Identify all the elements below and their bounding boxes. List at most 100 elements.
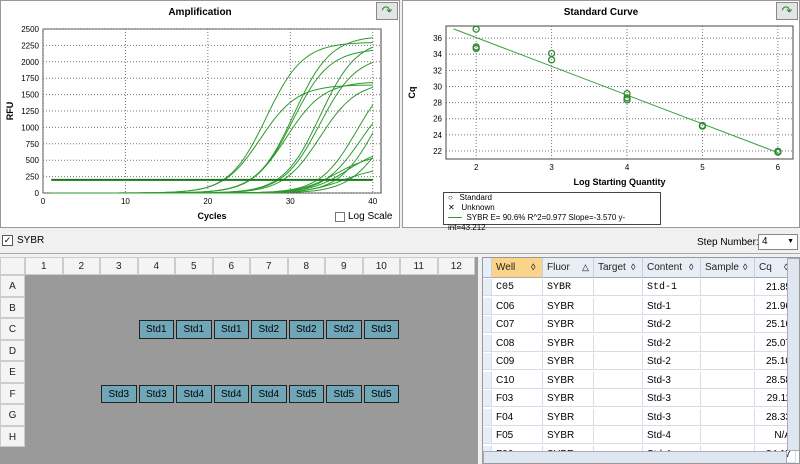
plate-well[interactable]: Std3 xyxy=(363,320,399,339)
row-selector[interactable] xyxy=(483,279,492,296)
table-cell[interactable] xyxy=(701,427,755,444)
table-cell[interactable] xyxy=(701,408,755,426)
plate-corner[interactable] xyxy=(0,257,25,275)
table-cell[interactable]: F04 xyxy=(492,408,543,426)
row-header[interactable]: F xyxy=(0,382,25,404)
table-cell[interactable]: SYBR xyxy=(543,408,594,426)
table-cell[interactable]: F03 xyxy=(492,390,543,407)
table-cell[interactable] xyxy=(701,371,755,389)
table-cell[interactable]: C10 xyxy=(492,371,543,389)
table-cell[interactable] xyxy=(594,334,643,352)
column-header[interactable]: 11 xyxy=(400,257,438,275)
plate-well[interactable]: Std4 xyxy=(176,384,212,403)
plate-well[interactable]: Std5 xyxy=(363,384,399,403)
table-cell[interactable]: C05 xyxy=(492,279,543,296)
log-scale-checkbox[interactable]: Log Scale xyxy=(335,211,392,222)
y-tick-label: 0 xyxy=(35,189,40,198)
table-cell[interactable]: Std-3 xyxy=(643,408,701,426)
table-cell[interactable] xyxy=(701,353,755,370)
table-cell[interactable] xyxy=(594,408,643,426)
plate-well[interactable]: Std1 xyxy=(138,320,174,339)
table-cell[interactable]: C09 xyxy=(492,353,543,370)
column-header[interactable]: 7 xyxy=(250,257,288,275)
plate-well[interactable]: Std4 xyxy=(213,384,249,403)
y-tick-label: 34 xyxy=(433,50,442,59)
table-cell[interactable] xyxy=(594,390,643,407)
table-cell[interactable]: F05 xyxy=(492,427,543,444)
column-header[interactable]: 8 xyxy=(287,257,325,275)
column-header[interactable]: 5 xyxy=(175,257,213,275)
row-selector[interactable] xyxy=(483,334,492,352)
column-header[interactable]: 10 xyxy=(362,257,400,275)
table-cell[interactable]: Std-2 xyxy=(643,334,701,352)
fluor-checkbox[interactable]: ✓ SYBR xyxy=(2,235,44,246)
horizontal-scrollbar[interactable] xyxy=(483,451,787,463)
plate-well[interactable]: Std5 xyxy=(326,384,362,403)
row-selector[interactable] xyxy=(483,316,492,333)
plate-well[interactable]: Std1 xyxy=(176,320,212,339)
plate-well[interactable]: Std2 xyxy=(251,320,287,339)
table-cell[interactable]: Std-3 xyxy=(643,371,701,389)
table-cell[interactable] xyxy=(701,297,755,315)
table-cell[interactable]: SYBR xyxy=(543,334,594,352)
row-selector[interactable] xyxy=(483,353,492,370)
row-selector[interactable] xyxy=(483,427,492,444)
row-selector[interactable] xyxy=(483,408,492,426)
column-header[interactable]: 6 xyxy=(212,257,250,275)
table-cell[interactable]: Std-2 xyxy=(643,353,701,370)
vertical-scrollbar[interactable] xyxy=(787,258,799,451)
table-cell[interactable] xyxy=(701,390,755,407)
table-cell[interactable]: C07 xyxy=(492,316,543,333)
table-cell[interactable]: C06 xyxy=(492,297,543,315)
column-header[interactable]: 2 xyxy=(62,257,100,275)
plate-well[interactable]: Std3 xyxy=(101,384,137,403)
plate-well[interactable]: Std2 xyxy=(288,320,324,339)
column-header[interactable]: 1 xyxy=(25,257,63,275)
plate-well[interactable]: Std2 xyxy=(326,320,362,339)
column-header[interactable]: 3 xyxy=(100,257,138,275)
plate-well[interactable]: Std5 xyxy=(288,384,324,403)
table-cell[interactable] xyxy=(701,334,755,352)
table-cell[interactable]: Std-1 xyxy=(643,297,701,315)
row-selector[interactable] xyxy=(483,371,492,389)
step-number-select[interactable]: 4 ▼ xyxy=(758,234,798,250)
table-cell[interactable]: Std-1 xyxy=(643,279,701,296)
x-tick-label: 4 xyxy=(625,163,630,172)
column-header[interactable]: 12 xyxy=(437,257,475,275)
table-cell[interactable]: SYBR xyxy=(543,353,594,370)
row-header[interactable]: E xyxy=(0,361,25,383)
table-cell[interactable]: Std-4 xyxy=(643,427,701,444)
table-cell[interactable]: Std-3 xyxy=(643,390,701,407)
row-header[interactable]: G xyxy=(0,404,25,426)
table-cell[interactable] xyxy=(594,316,643,333)
table-cell[interactable] xyxy=(594,427,643,444)
table-cell[interactable]: SYBR xyxy=(543,390,594,407)
table-cell[interactable] xyxy=(594,371,643,389)
row-selector[interactable] xyxy=(483,390,492,407)
row-header[interactable]: B xyxy=(0,296,25,318)
row-header[interactable]: D xyxy=(0,339,25,361)
row-header[interactable]: H xyxy=(0,425,25,447)
row-header[interactable]: C xyxy=(0,318,25,340)
plate-well[interactable]: Std4 xyxy=(251,384,287,403)
y-tick-label: 30 xyxy=(433,82,442,91)
plate-well[interactable]: Std1 xyxy=(213,320,249,339)
table-cell[interactable] xyxy=(594,297,643,315)
table-cell[interactable]: SYBR xyxy=(543,297,594,315)
table-cell[interactable]: SYBR xyxy=(543,279,594,296)
table-cell[interactable]: C08 xyxy=(492,334,543,352)
row-header[interactable]: A xyxy=(0,275,25,297)
column-header[interactable]: 9 xyxy=(325,257,363,275)
plate-well[interactable]: Std3 xyxy=(138,384,174,403)
y-tick-label: 1250 xyxy=(21,107,39,116)
row-selector[interactable] xyxy=(483,297,492,315)
table-cell[interactable] xyxy=(701,316,755,333)
table-cell[interactable]: SYBR xyxy=(543,371,594,389)
table-cell[interactable] xyxy=(594,279,643,296)
table-cell[interactable] xyxy=(594,353,643,370)
column-header[interactable]: 4 xyxy=(137,257,175,275)
table-cell[interactable] xyxy=(701,279,755,296)
table-cell[interactable]: Std-2 xyxy=(643,316,701,333)
table-cell[interactable]: SYBR xyxy=(543,316,594,333)
table-cell[interactable]: SYBR xyxy=(543,427,594,444)
